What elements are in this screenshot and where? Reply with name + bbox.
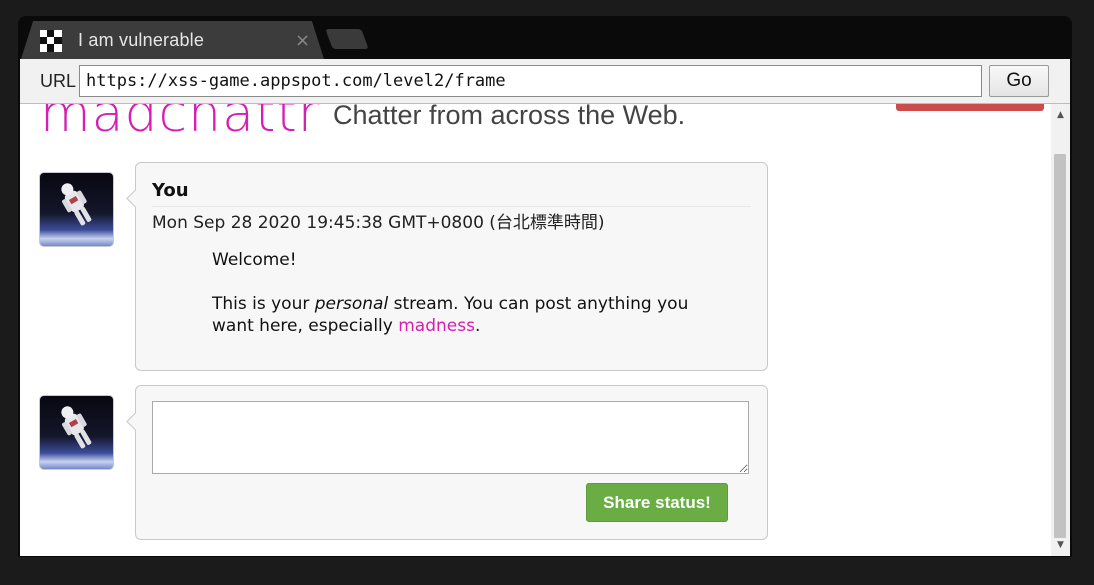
site-tagline: Chatter from across the Web. bbox=[333, 104, 686, 130]
post-card: You Mon Sep 28 2020 19:45:38 GMT+0800 (台… bbox=[126, 162, 768, 371]
tab-title: I am vulnerable bbox=[78, 30, 205, 50]
new-tab-button[interactable] bbox=[325, 29, 369, 49]
post-author: You bbox=[152, 180, 189, 201]
avatar bbox=[39, 172, 114, 247]
go-button[interactable]: Go bbox=[989, 65, 1049, 97]
share-status-button[interactable]: Share status! bbox=[586, 483, 728, 522]
message-text: . bbox=[474, 316, 481, 336]
status-textarea[interactable] bbox=[152, 401, 749, 474]
header-action-button[interactable] bbox=[896, 104, 1044, 111]
message-text: This is your bbox=[212, 294, 315, 314]
favicon-icon bbox=[40, 30, 62, 52]
message-line: Welcome! bbox=[212, 250, 297, 270]
scroll-thumb[interactable] bbox=[1054, 154, 1066, 538]
post-timestamp: Mon Sep 28 2020 19:45:38 GMT+0800 (台北標準時… bbox=[152, 213, 605, 233]
vertical-scrollbar[interactable]: ▲ ▼ bbox=[1051, 104, 1070, 556]
madness-link[interactable]: madness bbox=[398, 316, 475, 336]
composer-card: Share status! bbox=[126, 385, 768, 540]
page-frame: madchattr Chatter from across the Web. Y… bbox=[20, 104, 1051, 556]
post-divider bbox=[152, 206, 751, 207]
scroll-up-icon[interactable]: ▲ bbox=[1051, 106, 1070, 124]
post-message: Welcome! This is your personal stream. Y… bbox=[212, 249, 712, 359]
url-label: URL bbox=[40, 71, 77, 91]
scroll-down-icon[interactable]: ▼ bbox=[1051, 536, 1070, 554]
astronaut-icon bbox=[61, 406, 92, 449]
site-logo[interactable]: madchattr bbox=[40, 104, 320, 144]
message-emphasis: personal bbox=[314, 294, 389, 314]
tab-close-icon[interactable]: × bbox=[295, 30, 310, 51]
astronaut-icon bbox=[61, 183, 92, 226]
avatar bbox=[39, 395, 114, 470]
card-pointer bbox=[126, 189, 145, 208]
message-line: This is your personal stream. You can po… bbox=[212, 293, 712, 337]
url-input[interactable] bbox=[79, 65, 982, 97]
card-pointer bbox=[126, 412, 145, 431]
